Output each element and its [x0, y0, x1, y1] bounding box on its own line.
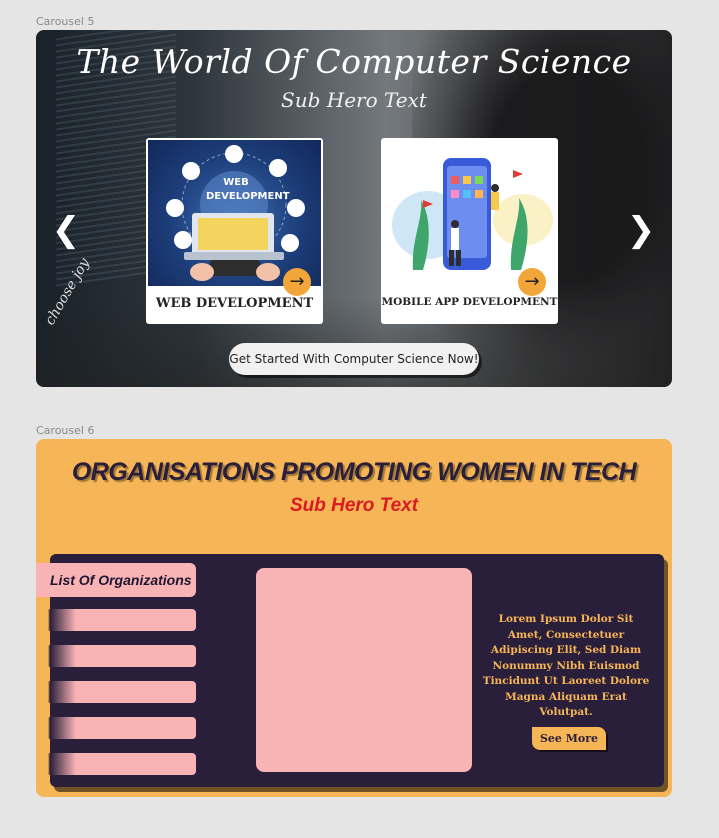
arrow-right-icon[interactable]: → — [283, 268, 311, 296]
description-text: Lorem Ipsum Dolor Sit Amet, Consectetuer… — [482, 613, 650, 718]
frame-label-carousel-5: Carousel 5 — [36, 15, 95, 28]
organization-list-heading: List Of Organizations — [36, 563, 196, 597]
card-caption: MOBILE APP DEVELOPMENT — [381, 296, 558, 308]
frame-label-carousel-6: Carousel 6 — [36, 424, 95, 437]
organization-list-item[interactable] — [36, 609, 196, 631]
web-development-illustration: WEB DEVELOPMENT — [148, 140, 321, 286]
web-development-image-label: WEB DEVELOPMENT — [206, 177, 290, 202]
media-placeholder — [256, 568, 472, 772]
hero-title: ORGANISATIONS PROMOTING WOMEN IN TECH — [71, 458, 637, 486]
arrow-right-icon[interactable]: → — [518, 268, 546, 296]
get-started-button[interactable]: Get Started With Computer Science Now! — [229, 343, 479, 375]
chevron-right-icon[interactable]: ❯ — [626, 213, 656, 247]
globe-laptop-icon — [166, 145, 305, 281]
phone-with-people-icon — [392, 158, 553, 270]
organization-list-item[interactable] — [36, 753, 196, 775]
hero-subtitle: Sub Hero Text — [289, 495, 419, 516]
card-caption: WEB DEVELOPMENT — [155, 296, 314, 311]
background-overlay — [36, 30, 672, 387]
card-web-development[interactable]: WEB DEVELOPMENT → WEB DEVELOPMENT — [146, 138, 323, 324]
organization-list-item[interactable] — [36, 645, 196, 667]
carousel-5: choose joy The World Of Computer Science… — [36, 30, 672, 387]
hero-subtitle: Sub Hero Text — [281, 88, 427, 112]
carousel-6: ORGANISATIONS PROMOTING WOMEN IN TECH Su… — [36, 439, 672, 797]
organization-list-item[interactable] — [36, 717, 196, 739]
card-mobile-app-development[interactable]: → MOBILE APP DEVELOPMENT — [381, 138, 558, 324]
chevron-left-icon[interactable]: ❮ — [51, 213, 81, 247]
organization-list-item[interactable] — [36, 681, 196, 703]
mobile-app-illustration — [383, 140, 556, 286]
hero-title: The World Of Computer Science — [76, 42, 632, 81]
see-more-button[interactable]: See More — [532, 727, 606, 750]
